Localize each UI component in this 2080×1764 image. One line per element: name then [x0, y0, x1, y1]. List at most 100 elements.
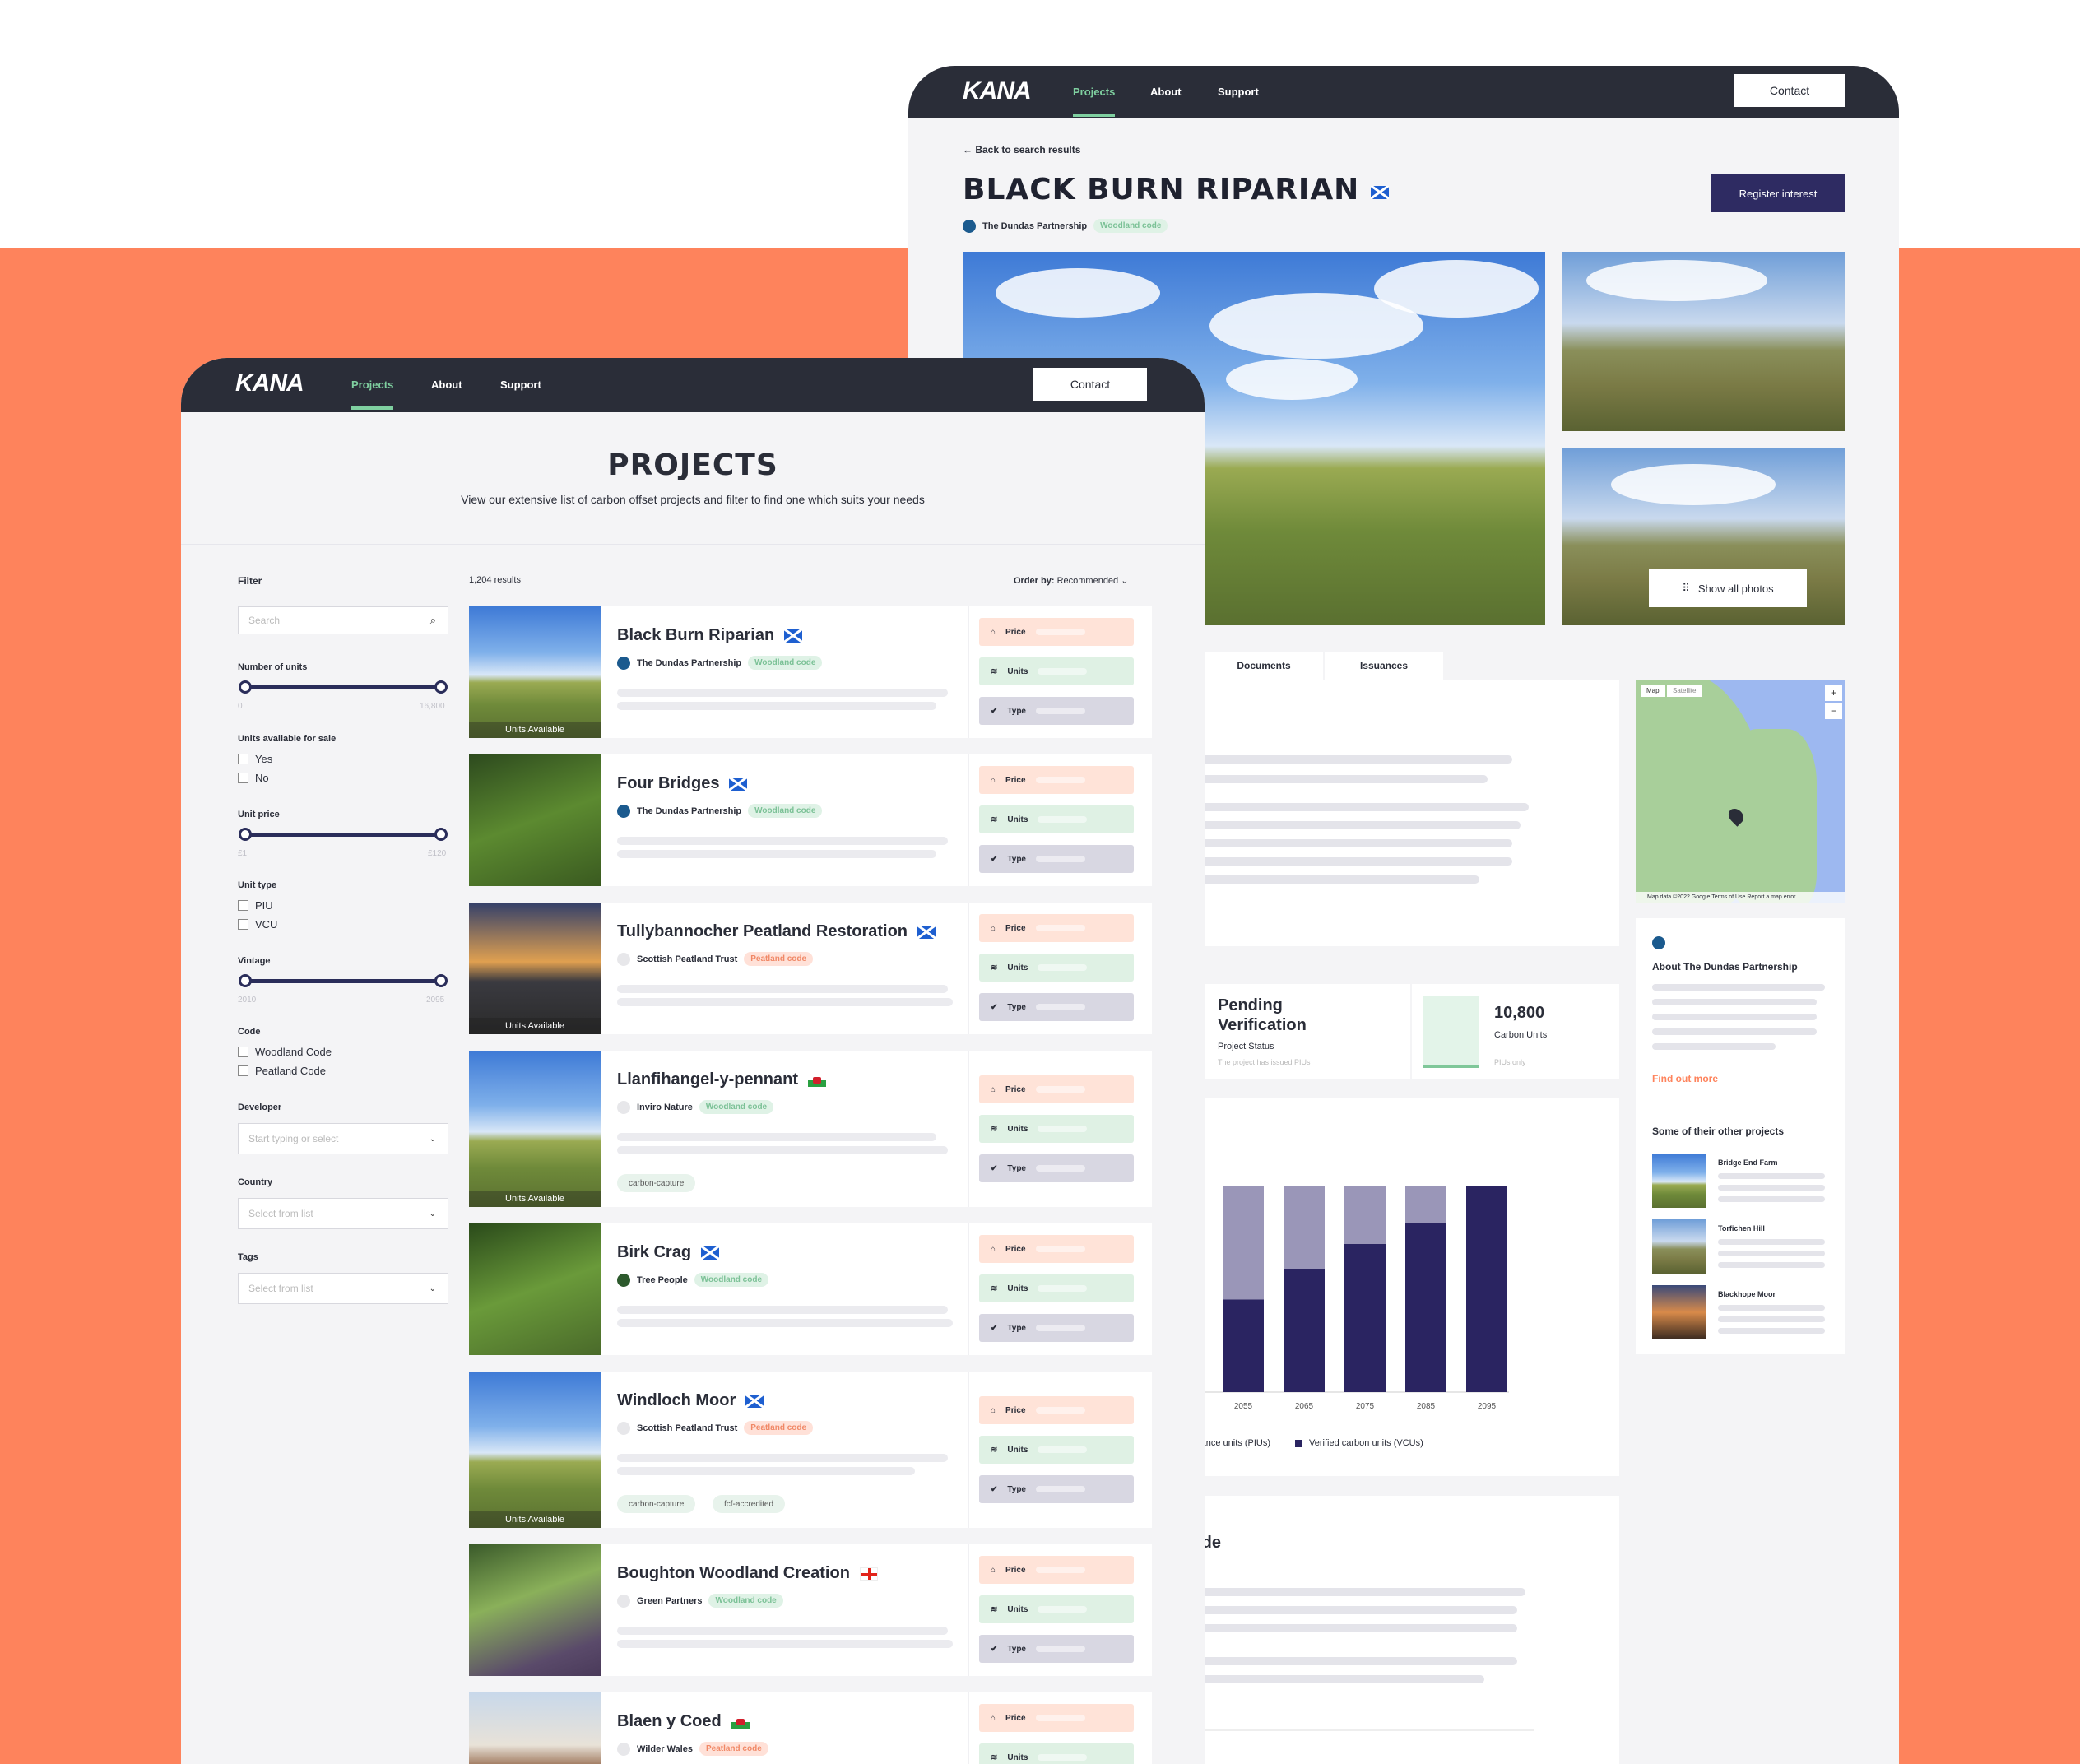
map-type-map[interactable]: Map: [1641, 685, 1665, 697]
project-card[interactable]: Birk Crag Tree People Woodland code ⌂ Pric…: [469, 1223, 1152, 1355]
sale-no-checkbox[interactable]: No: [238, 772, 269, 784]
bar-piu: [1344, 1186, 1386, 1244]
project-developer-row: Scottish Peatland Trust Peatland code: [617, 952, 814, 966]
developer-select[interactable]: Start typing or select ⌄: [238, 1123, 448, 1154]
price-slider[interactable]: [239, 828, 448, 841]
other-project-name[interactable]: Blackhope Moor: [1718, 1290, 1776, 1298]
sale-yes-checkbox[interactable]: Yes: [238, 753, 272, 765]
register-interest-button[interactable]: Register interest: [1711, 174, 1845, 212]
code-badge: Woodland code: [699, 1100, 774, 1114]
project-tag[interactable]: fcf-accredited: [713, 1495, 786, 1513]
check-circle-icon: ✔: [991, 854, 998, 864]
other-projects-title: Some of their other projects: [1652, 1126, 1785, 1137]
slider-max-handle[interactable]: [434, 828, 448, 841]
nav-about[interactable]: About: [431, 378, 462, 391]
other-project-name[interactable]: Torfichen Hill: [1718, 1224, 1765, 1232]
project-card[interactable]: Boughton Woodland Creation Green Partner…: [469, 1544, 1152, 1676]
kana-logo[interactable]: KANA: [963, 77, 1032, 105]
find-out-more-link[interactable]: Find out more: [1652, 1073, 1718, 1084]
slider-min-handle[interactable]: [239, 974, 252, 987]
chevron-down-icon: ⌄: [429, 1134, 436, 1144]
project-card[interactable]: Blaen y Coed Wilder Wales Peatland code ⌂…: [469, 1692, 1152, 1764]
slider-min-handle[interactable]: [239, 828, 252, 841]
units-value: 10,800: [1494, 1004, 1545, 1022]
slider-max-handle[interactable]: [434, 680, 448, 694]
developer-name[interactable]: The Dundas Partnership: [982, 221, 1087, 231]
other-project-thumb[interactable]: [1652, 1285, 1706, 1339]
unit-type-label: Unit type: [238, 880, 277, 890]
country-select[interactable]: Select from list ⌄: [238, 1198, 448, 1229]
developer-row: The Dundas Partnership Woodland code: [963, 219, 1168, 233]
bar-vcu: [1405, 1223, 1446, 1392]
project-card[interactable]: Four Bridges The Dundas Partnership Woodl…: [469, 754, 1152, 886]
type-label: Type: [1007, 1323, 1026, 1333]
developer-name: Scottish Peatland Trust: [637, 1423, 738, 1433]
project-meta: ⌂ Price ≋ Units ✔ Type: [968, 1051, 1152, 1207]
scotland-flag-icon: [784, 629, 803, 643]
project-developer-row: Inviro Nature Woodland code: [617, 1100, 774, 1114]
type-label: Type: [1007, 854, 1026, 864]
other-project-name[interactable]: Bridge End Farm: [1718, 1158, 1778, 1167]
type-tag: ✔ Type: [979, 1475, 1134, 1503]
search-placeholder: Search: [248, 615, 281, 626]
search-input[interactable]: Search ⌕: [238, 606, 448, 634]
zoom-in-button[interactable]: +: [1825, 685, 1843, 701]
tags-select[interactable]: Select from list ⌄: [238, 1273, 448, 1304]
contact-button[interactable]: Contact: [1033, 368, 1147, 401]
slider-min-handle[interactable]: [239, 680, 252, 694]
developer-name: Tree People: [637, 1274, 688, 1285]
layers-icon: ≋: [991, 963, 998, 973]
type-piu-checkbox[interactable]: PIU: [238, 899, 273, 912]
project-developer-row: Wilder Wales Peatland code: [617, 1742, 768, 1756]
other-project-thumb[interactable]: [1652, 1219, 1706, 1274]
kana-logo[interactable]: KANA: [235, 369, 304, 397]
nav-projects[interactable]: Projects: [1073, 86, 1116, 117]
project-meta: ⌂ Price ≋ Units ✔ Type: [968, 606, 1152, 738]
project-card[interactable]: Units Available Tullybannocher Peatland …: [469, 903, 1152, 1034]
back-link[interactable]: ← Back to search results: [963, 144, 1080, 156]
project-card[interactable]: Units Available Windloch Moor Scottish P…: [469, 1372, 1152, 1528]
type-tag: ✔ Type: [979, 1314, 1134, 1342]
project-name: Llanfihangel-y-pennant: [617, 1070, 798, 1089]
code-peatland-checkbox[interactable]: Peatland Code: [238, 1065, 326, 1077]
nav-about[interactable]: About: [1150, 86, 1182, 98]
show-all-photos-button[interactable]: ⠿ Show all photos: [1649, 569, 1807, 607]
type-vcu-checkbox[interactable]: VCU: [238, 918, 277, 931]
map-type-satellite[interactable]: Satellite: [1667, 685, 1702, 697]
code-badge: Peatland code: [744, 1421, 814, 1435]
location-map[interactable]: Map Satellite + − Map data ©2022 Google …: [1636, 680, 1845, 903]
units-slider[interactable]: [239, 680, 448, 694]
type-label: Type: [1007, 1163, 1026, 1173]
price-tag-icon: ⌂: [991, 1244, 996, 1254]
tab-documents[interactable]: Documents: [1205, 652, 1323, 680]
units-label: Units: [1007, 1445, 1028, 1455]
project-tag[interactable]: carbon-capture: [617, 1495, 696, 1513]
slider-max-handle[interactable]: [434, 974, 448, 987]
type-piu-label: PIU: [255, 899, 273, 912]
project-card[interactable]: Units Available Black Burn Riparian The …: [469, 606, 1152, 738]
zoom-out-button[interactable]: −: [1825, 703, 1843, 719]
project-card[interactable]: Units Available Llanfihangel-y-pennant I…: [469, 1051, 1152, 1207]
project-thumbnail: [469, 754, 601, 886]
gallery-photo[interactable]: [1562, 252, 1845, 431]
project-thumbnail: Units Available: [469, 1051, 601, 1207]
units-label: Carbon Units: [1494, 1030, 1548, 1040]
contact-button[interactable]: Contact: [1734, 74, 1845, 107]
price-filter-label: Unit price: [238, 810, 280, 819]
legend-vcu: Verified carbon units (VCUs): [1309, 1438, 1423, 1448]
other-project-thumb[interactable]: [1652, 1154, 1706, 1208]
developer-logo-icon: [617, 1742, 630, 1756]
vintage-slider[interactable]: [239, 974, 448, 987]
sale-no-label: No: [255, 772, 269, 784]
tab-issuances[interactable]: Issuances: [1325, 652, 1443, 680]
status-value: Pending Verification: [1218, 996, 1307, 1034]
nav-projects[interactable]: Projects: [351, 378, 394, 410]
project-tag[interactable]: carbon-capture: [617, 1174, 696, 1192]
tags-placeholder: Select from list: [248, 1283, 313, 1294]
nav-support[interactable]: Support: [500, 378, 541, 391]
units-tag: ≋ Units: [979, 657, 1134, 685]
order-by-dropdown[interactable]: Order by: Recommended ⌄: [1014, 575, 1128, 586]
code-woodland-checkbox[interactable]: Woodland Code: [238, 1046, 332, 1058]
project-title: Llanfihangel-y-pennant: [617, 1070, 826, 1089]
nav-support[interactable]: Support: [1218, 86, 1259, 98]
